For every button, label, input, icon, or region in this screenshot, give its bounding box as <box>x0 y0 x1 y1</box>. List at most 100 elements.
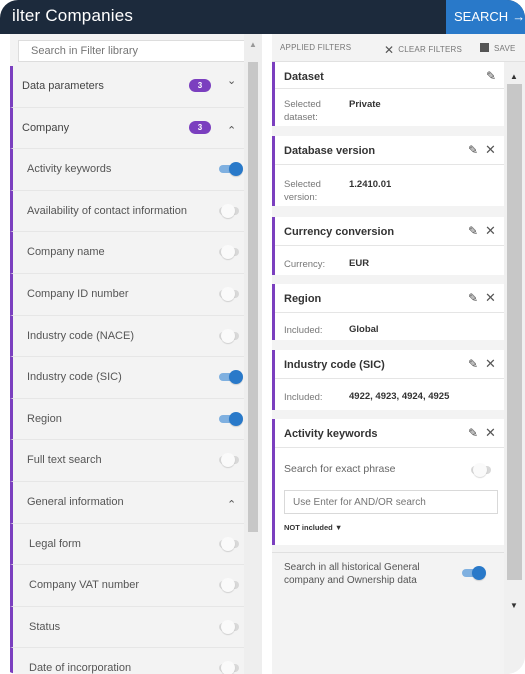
filter-toggle[interactable] <box>219 245 239 260</box>
card-dataset: Dataset ✎ Selected dataset: Private <box>272 62 504 126</box>
edit-pencil-icon[interactable]: ✎ <box>468 291 478 305</box>
card-divider <box>275 378 504 379</box>
right-scrollbar-thumb[interactable] <box>507 84 522 580</box>
left-scrollbar[interactable]: ▲ <box>244 34 262 674</box>
card-title: Dataset <box>284 71 324 83</box>
edit-pencil-icon[interactable]: ✎ <box>468 357 478 371</box>
clear-filters-button[interactable]: ✕ CLEAR FILTERS <box>384 43 462 57</box>
toggle-knob <box>472 566 486 580</box>
edit-pencil-icon[interactable]: ✎ <box>468 426 478 440</box>
right-scrollbar[interactable]: ▲ ▼ <box>504 62 525 674</box>
edit-pencil-icon[interactable]: ✎ <box>468 224 478 238</box>
card-key: Currency: <box>284 259 326 270</box>
filter-toggle[interactable] <box>219 578 239 593</box>
card-key: Selected dataset: <box>284 99 321 123</box>
filter-item[interactable]: Activity keywords <box>10 149 244 191</box>
app-window: ilter Companies SEARCH→ Data parameters 3… <box>0 0 525 674</box>
toggle-knob <box>221 578 235 593</box>
toggle-knob <box>229 162 243 177</box>
filter-item-label: Company name <box>27 246 105 259</box>
filter-item-label: Industry code (SIC) <box>27 371 122 384</box>
filter-library-search-input[interactable] <box>18 40 246 62</box>
toggle-knob <box>221 453 235 468</box>
toggle-knob <box>221 536 235 551</box>
filter-item[interactable]: Availability of contact information <box>10 190 244 233</box>
toggle-knob <box>229 411 243 426</box>
filter-item-label: Availability of contact information <box>27 204 187 217</box>
scroll-up-icon[interactable]: ▲ <box>249 40 257 49</box>
filter-toggle[interactable] <box>219 536 239 551</box>
filter-toggle[interactable] <box>219 453 239 468</box>
filter-item[interactable]: Data parameters 3 ⌄ <box>10 66 244 108</box>
card-region: Region ✎ ✕ Included: Global <box>272 284 504 340</box>
exact-phrase-toggle[interactable] <box>471 463 491 477</box>
chevron-up-icon[interactable]: ⌃ <box>227 124 236 137</box>
card-key: Included: <box>284 392 323 403</box>
filter-item-label: Company <box>22 121 70 134</box>
filter-toggle[interactable] <box>219 203 239 218</box>
filter-search-area <box>10 34 262 66</box>
search-button-label: SEARCH <box>454 9 509 24</box>
filter-toggle[interactable] <box>219 370 243 385</box>
edit-pencil-icon[interactable]: ✎ <box>486 69 496 83</box>
filter-toggle[interactable] <box>219 411 243 426</box>
filter-item-label: Legal form <box>29 537 81 550</box>
filter-toggle[interactable] <box>219 286 239 301</box>
search-button[interactable]: SEARCH → <box>446 0 525 34</box>
scroll-down-icon[interactable]: ▼ <box>510 601 518 610</box>
activity-keywords-input[interactable] <box>284 490 498 514</box>
count-badge: 3 <box>189 120 211 134</box>
card-value: 4922, 4923, 4924, 4925 <box>349 391 450 402</box>
edit-pencil-icon[interactable]: ✎ <box>468 143 478 157</box>
filter-item[interactable]: Status <box>10 606 244 649</box>
chevron-up-icon[interactable]: ⌃ <box>227 498 236 511</box>
count-badge: 3 <box>189 79 211 92</box>
filter-item-label: Company VAT number <box>29 579 140 592</box>
filter-item[interactable]: Region <box>10 398 244 441</box>
remove-close-icon[interactable]: ✕ <box>485 356 496 372</box>
card-value: Global <box>349 324 379 335</box>
toggle-knob <box>221 286 235 301</box>
filter-item[interactable]: General information ⌃ <box>10 481 244 524</box>
filter-item-label: Industry code (NACE) <box>27 329 134 342</box>
filter-toggle[interactable] <box>219 162 243 177</box>
remove-close-icon[interactable]: ✕ <box>485 290 496 306</box>
applied-filters-panel: APPLIED FILTERS ✕ CLEAR FILTERS SAVE Data… <box>272 34 525 674</box>
applied-filters-toolbar: APPLIED FILTERS ✕ CLEAR FILTERS SAVE <box>272 34 525 62</box>
caret-down-icon: ▼ <box>334 523 343 532</box>
toggle-knob <box>221 203 235 218</box>
card-database-version: Database version ✎ ✕ Selected version: 1… <box>272 136 504 206</box>
not-included-dropdown[interactable]: NOT included ▼ <box>284 523 342 532</box>
chevron-down-icon[interactable]: ⌄ <box>227 74 236 87</box>
filter-item[interactable]: Date of incorporation <box>10 648 244 674</box>
filter-item[interactable]: Industry code (NACE) <box>10 315 244 358</box>
left-scrollbar-thumb[interactable] <box>248 62 258 532</box>
card-title: Region <box>284 293 322 305</box>
remove-close-icon[interactable]: ✕ <box>485 223 496 239</box>
tab-applied-filters[interactable]: APPLIED FILTERS <box>280 43 351 52</box>
filter-toggle[interactable] <box>219 328 239 343</box>
card-divider <box>275 312 504 313</box>
save-disk-icon <box>480 43 489 52</box>
filter-item-label: Company ID number <box>27 287 129 300</box>
filter-item[interactable]: Industry code (SIC) <box>10 357 244 399</box>
save-button[interactable]: SAVE <box>480 43 516 53</box>
filter-item[interactable]: Legal form <box>10 523 244 566</box>
scroll-up-icon[interactable]: ▲ <box>510 72 518 81</box>
filter-item[interactable]: Company 3 ⌃ <box>10 107 244 150</box>
filter-toggle[interactable] <box>219 661 239 674</box>
filter-item[interactable]: Company name <box>10 232 244 274</box>
card-title: Activity keywords <box>284 428 378 440</box>
filter-item[interactable]: Company ID number <box>10 273 244 316</box>
toggle-knob <box>221 245 235 260</box>
filter-item-label: Data parameters <box>22 80 104 92</box>
card-key: Selected version: <box>284 179 321 203</box>
toggle-knob <box>473 463 487 477</box>
close-icon: ✕ <box>384 43 395 57</box>
filter-item[interactable]: Company VAT number <box>10 565 244 607</box>
filter-item[interactable]: Full text search <box>10 440 244 482</box>
filter-toggle[interactable] <box>219 619 239 634</box>
historical-data-toggle[interactable] <box>462 566 486 580</box>
remove-close-icon[interactable]: ✕ <box>485 425 496 441</box>
remove-close-icon[interactable]: ✕ <box>485 142 496 158</box>
